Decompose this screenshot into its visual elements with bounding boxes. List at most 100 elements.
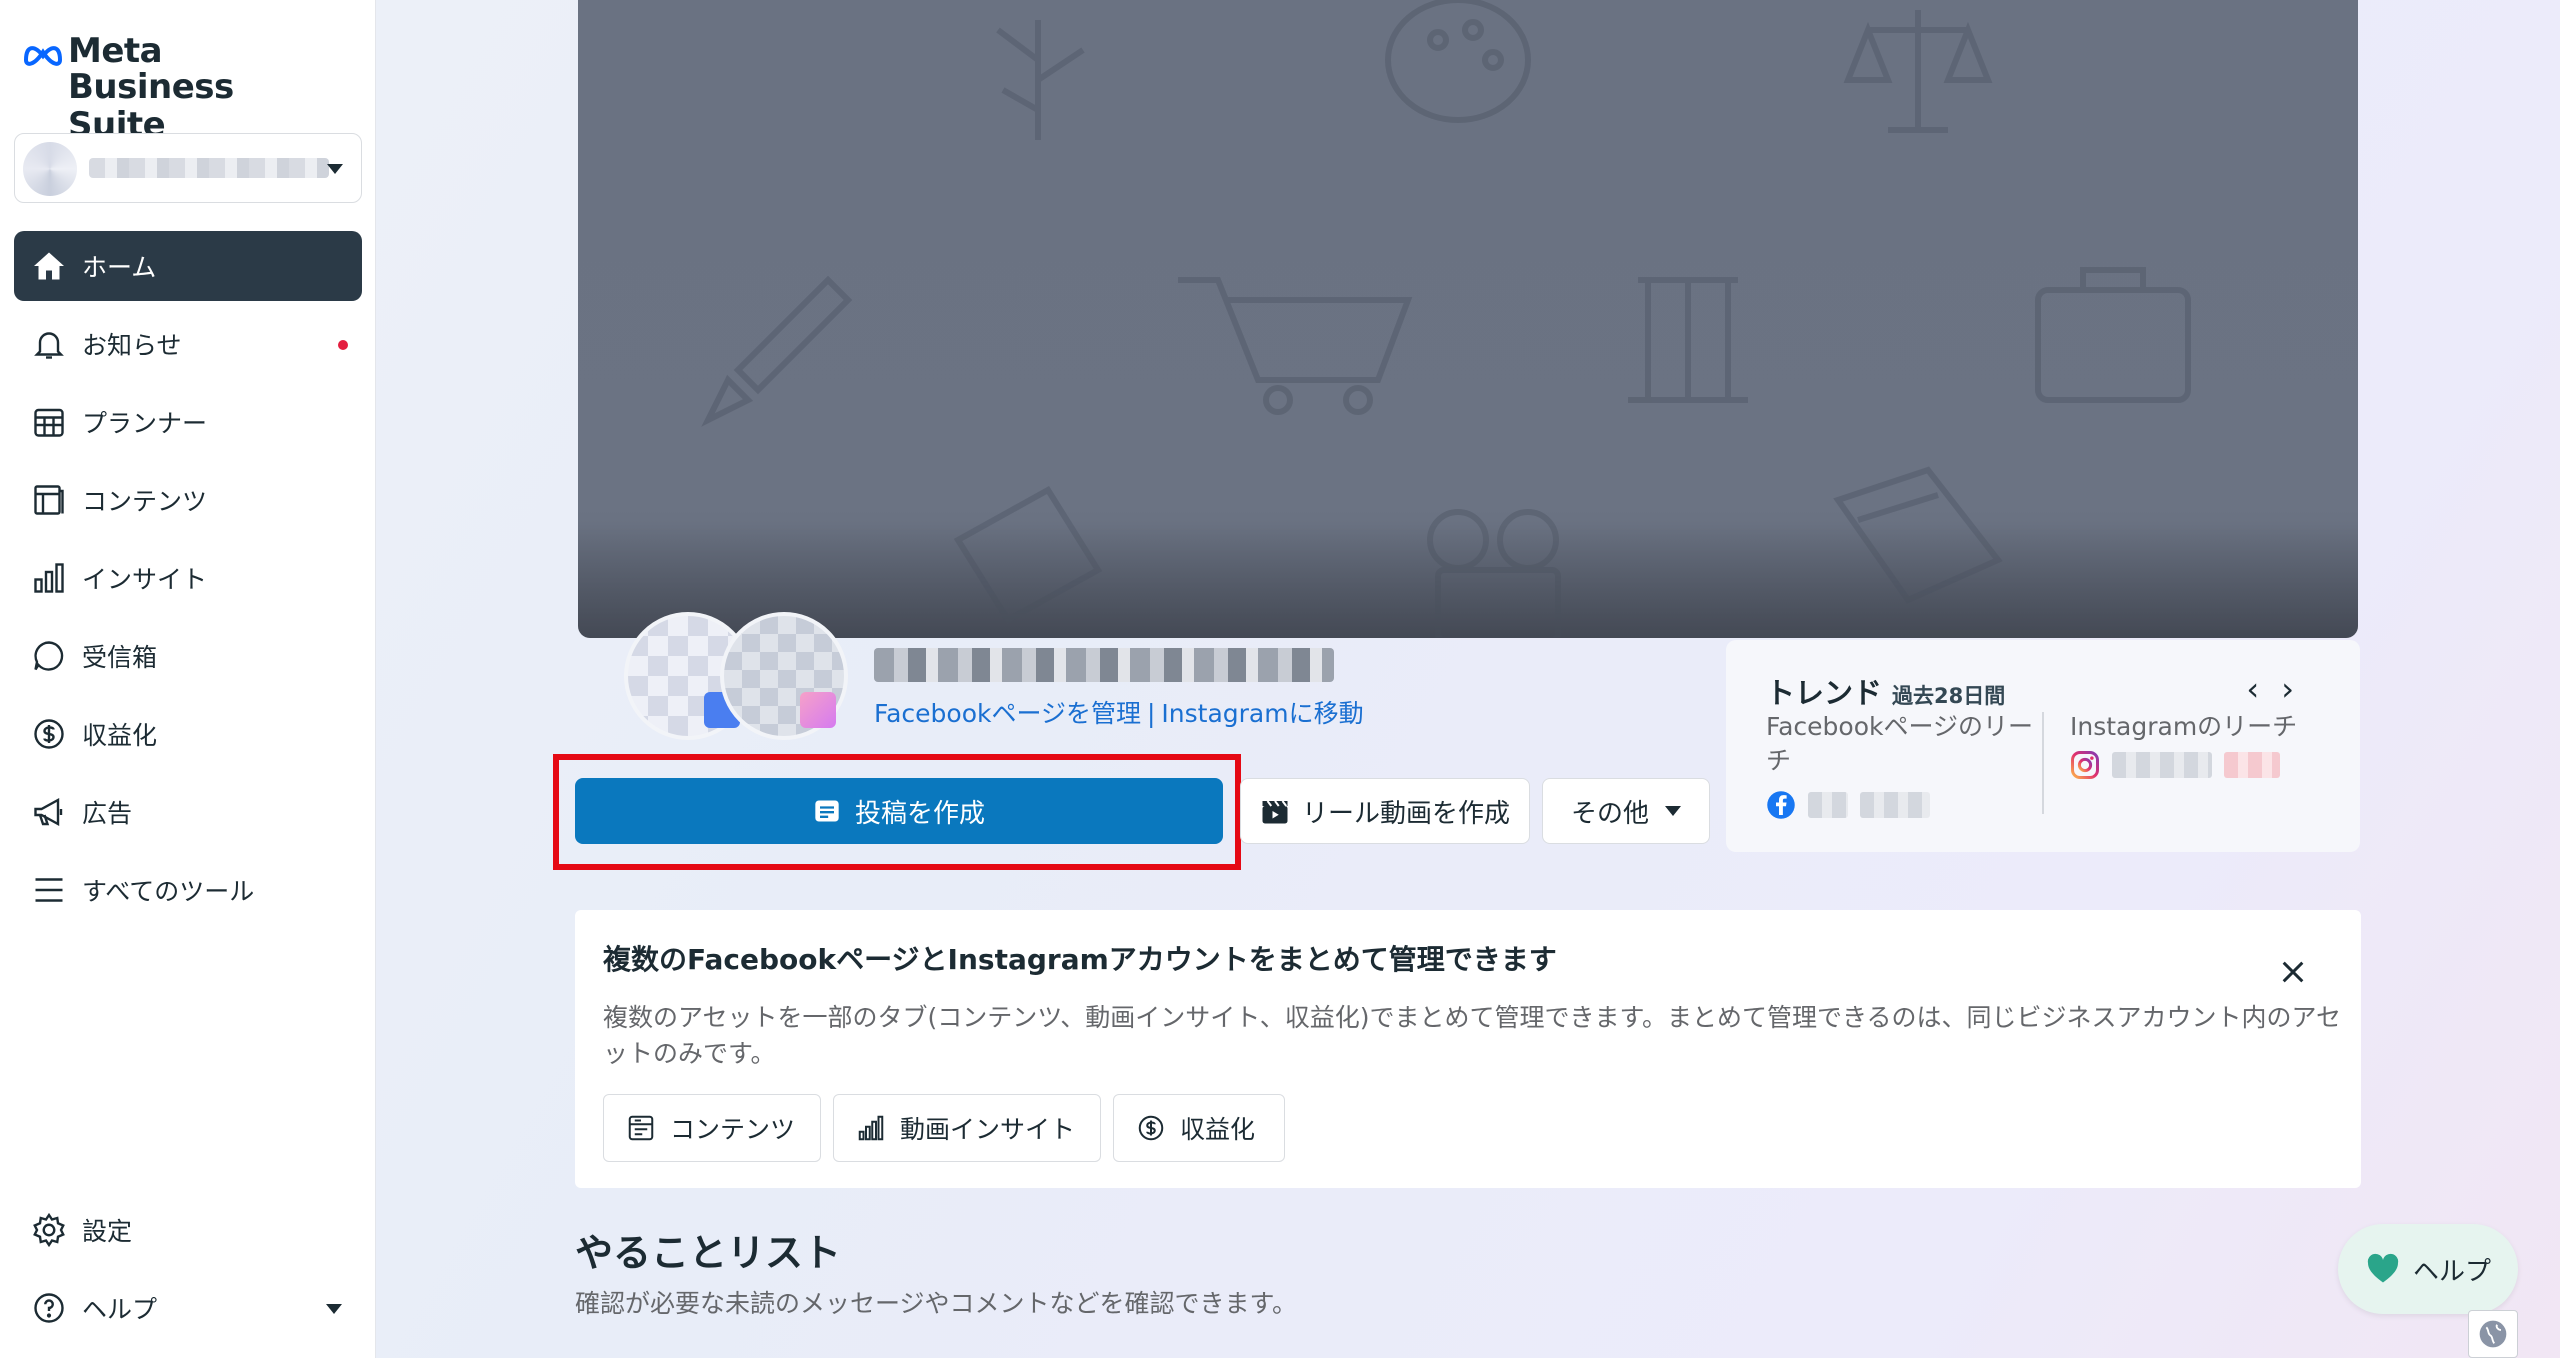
sidebar-item-label: すべてのツール (82, 877, 255, 906)
manage-facebook-page-link[interactable]: Facebookページを管理 (874, 699, 1141, 728)
trend-divider (2042, 712, 2044, 814)
meta-business-suite-logo[interactable]: Meta Business Suite (22, 31, 322, 144)
question-circle-icon (28, 1287, 70, 1329)
chip-label: コンテンツ (670, 1115, 796, 1144)
facebook-reach-label: Facebookページのリーチ (1766, 712, 2033, 775)
dollar-circle-icon (1136, 1113, 1166, 1143)
more-dropdown-button[interactable]: その他 (1542, 778, 1710, 844)
instagram-account-avatar[interactable] (720, 612, 848, 740)
trend-panel: トレンド 過去28日間 ‹› Facebookページのリーチ Instagramの… (1726, 640, 2360, 852)
sidebar-item-insights[interactable]: インサイト (14, 543, 362, 613)
profile-links: Facebookページを管理 | Instagramに移動 (874, 694, 1364, 730)
create-reel-button[interactable]: リール動画を作成 (1240, 778, 1530, 844)
notice-title: 複数のFacebookページとInstagramアカウントをまとめて管理できます (603, 943, 1557, 976)
caret-down-icon (326, 1304, 342, 1314)
sidebar-item-notifications[interactable]: お知らせ (14, 309, 362, 379)
chip-content[interactable]: コンテンツ (603, 1094, 821, 1162)
heart-icon (2365, 1251, 2401, 1287)
trend-title: トレンド 過去28日間 (1766, 670, 2005, 712)
sidebar-item-planner[interactable]: プランナー (14, 387, 362, 457)
instagram-icon (2071, 751, 2099, 779)
trend-pager: ‹› (2246, 670, 2316, 708)
instagram-reach-label: Instagramのリーチ (2070, 712, 2298, 741)
gear-icon (28, 1209, 70, 1251)
sidebar-nav: ホーム お知らせ プランナー コンテンツ インサイト 受信箱 収益化 広告 すべ… (14, 231, 362, 933)
sidebar-item-label: 収益化 (82, 721, 158, 750)
create-reel-label: リール動画を作成 (1301, 798, 1510, 829)
sidebar-item-home[interactable]: ホーム (14, 231, 362, 301)
content-icon (28, 479, 70, 521)
dollar-circle-icon (28, 713, 70, 755)
notice-description: 複数のアセットを一部のタブ(コンテンツ、動画インサイト、収益化)でまとめて管理で… (603, 1003, 2342, 1068)
redacted-value (2224, 752, 2280, 778)
sidebar-item-label: 受信箱 (82, 643, 158, 672)
sidebar-item-monetization[interactable]: 収益化 (14, 699, 362, 769)
bell-icon (28, 323, 70, 365)
notification-dot (338, 340, 348, 350)
create-post-button[interactable]: 投稿を作成 (575, 778, 1223, 844)
sidebar-item-ads[interactable]: 広告 (14, 777, 362, 847)
chip-video-insights[interactable]: 動画インサイト (833, 1094, 1101, 1162)
redacted-value (1860, 792, 1930, 818)
sidebar-item-label: コンテンツ (82, 487, 208, 516)
sidebar-item-settings[interactable]: 設定 (14, 1195, 362, 1265)
go-to-instagram-link[interactable]: Instagramに移動 (1161, 699, 1363, 728)
sidebar-item-inbox[interactable]: 受信箱 (14, 621, 362, 691)
meta-logo-icon (23, 46, 63, 66)
cover-photo (578, 0, 2358, 638)
home-icon (28, 245, 70, 287)
chat-bubble-icon (28, 635, 70, 677)
calendar-grid-icon (28, 401, 70, 443)
sidebar-item-label: プランナー (82, 409, 208, 438)
trend-title-text: トレンド (1766, 676, 1883, 710)
menu-icon (28, 869, 70, 911)
caret-down-icon (327, 164, 343, 174)
page-name-redacted (874, 648, 1334, 682)
trend-period: 過去28日間 (1892, 684, 2006, 708)
sidebar-item-all-tools[interactable]: すべてのツール (14, 855, 362, 925)
instagram-badge (800, 692, 836, 728)
sidebar-item-label: インサイト (82, 565, 208, 594)
facebook-icon (1767, 791, 1795, 819)
bar-chart-icon (856, 1113, 886, 1143)
account-switcher[interactable] (14, 133, 362, 203)
cover-pattern (578, 0, 2358, 638)
link-separator: | (1146, 699, 1156, 728)
sidebar-item-help[interactable]: ヘルプ (14, 1273, 362, 1343)
more-label: その他 (1570, 798, 1649, 829)
chevron-left-icon[interactable]: ‹ (2246, 670, 2281, 708)
sidebar-item-label: 広告 (82, 799, 133, 828)
post-icon (813, 797, 841, 825)
account-name-redacted (89, 158, 329, 178)
brand-line1: Meta (68, 31, 163, 71)
help-button[interactable]: ヘルプ (2338, 1224, 2518, 1314)
megaphone-icon (28, 791, 70, 833)
chip-monetization[interactable]: 収益化 (1113, 1094, 1285, 1162)
create-post-label: 投稿を作成 (854, 798, 985, 829)
sidebar-item-content[interactable]: コンテンツ (14, 465, 362, 535)
sidebar-item-label: お知らせ (82, 331, 182, 360)
bar-chart-icon (28, 557, 70, 599)
sidebar-item-label: ホーム (82, 253, 157, 282)
chevron-right-icon[interactable]: › (2281, 670, 2316, 708)
close-icon[interactable] (2277, 956, 2309, 988)
todo-list-description: 確認が必要な未読のメッセージやコメントなどを確認できます。 (575, 1289, 1298, 1318)
sidebar: Meta Business Suite ホーム お知らせ プランナー コンテンツ… (0, 0, 376, 1358)
content-icon (626, 1113, 656, 1143)
redacted-value (2112, 752, 2212, 778)
sidebar-bottom-nav: 設定 ヘルプ (14, 1195, 362, 1351)
globe-icon (2479, 1320, 2507, 1348)
sidebar-item-label: ヘルプ (82, 1295, 158, 1324)
facebook-reach-value (1766, 790, 1930, 820)
todo-list-title: やることリスト (575, 1231, 842, 1275)
caret-down-icon (1665, 806, 1681, 816)
multi-asset-notice-card: 複数のFacebookページとInstagramアカウントをまとめて管理できます… (575, 910, 2361, 1188)
clapperboard-icon (1260, 796, 1290, 826)
language-globe-button[interactable] (2468, 1310, 2518, 1358)
instagram-reach-value (2070, 750, 2280, 780)
redacted-value (1808, 792, 1848, 818)
chip-label: 収益化 (1180, 1115, 1256, 1144)
sidebar-item-label: 設定 (82, 1217, 133, 1246)
help-button-label: ヘルプ (2412, 1256, 2491, 1287)
account-avatar (23, 142, 77, 196)
